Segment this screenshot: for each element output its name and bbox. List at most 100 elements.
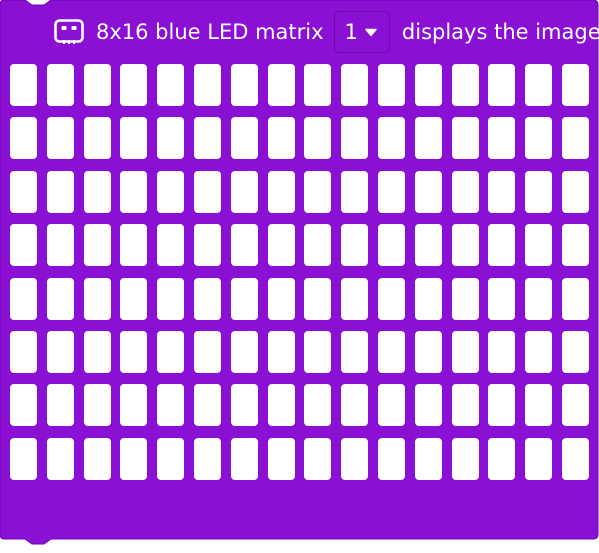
led-cell[interactable] — [157, 170, 185, 213]
led-cell[interactable] — [561, 117, 589, 160]
led-cell[interactable] — [304, 330, 332, 373]
led-cell[interactable] — [83, 170, 111, 213]
led-cell[interactable] — [193, 64, 221, 106]
led-cell[interactable] — [120, 330, 148, 373]
led-cell[interactable] — [83, 437, 111, 480]
led-cell[interactable] — [414, 437, 442, 480]
led-cell[interactable] — [488, 170, 516, 213]
led-cell[interactable] — [193, 384, 221, 427]
led-cell[interactable] — [230, 384, 258, 427]
led-cell[interactable] — [525, 277, 553, 320]
led-cell[interactable] — [83, 224, 111, 267]
led-cell[interactable] — [230, 330, 258, 373]
led-cell[interactable] — [304, 117, 332, 160]
led-cell[interactable] — [46, 277, 74, 320]
led-cell[interactable] — [304, 437, 332, 480]
led-cell[interactable] — [451, 64, 479, 106]
led-cell[interactable] — [414, 224, 442, 267]
led-cell[interactable] — [46, 384, 74, 427]
led-cell[interactable] — [267, 224, 295, 267]
led-cell[interactable] — [561, 170, 589, 213]
led-cell[interactable] — [525, 117, 553, 160]
led-cell[interactable] — [10, 330, 37, 373]
led-cell[interactable] — [230, 117, 258, 160]
led-cell[interactable] — [377, 117, 405, 160]
led-cell[interactable] — [451, 170, 479, 213]
led-cell[interactable] — [10, 64, 37, 106]
led-cell[interactable] — [561, 224, 589, 267]
led-cell[interactable] — [10, 384, 37, 427]
led-cell[interactable] — [230, 170, 258, 213]
led-cell[interactable] — [525, 64, 553, 106]
led-cell[interactable] — [414, 384, 442, 427]
led-cell[interactable] — [451, 117, 479, 160]
led-cell[interactable] — [414, 64, 442, 106]
led-cell[interactable] — [230, 437, 258, 480]
led-cell[interactable] — [525, 170, 553, 213]
led-cell[interactable] — [46, 170, 74, 213]
led-cell[interactable] — [488, 437, 516, 480]
led-cell[interactable] — [304, 224, 332, 267]
led-cell[interactable] — [83, 64, 111, 106]
led-cell[interactable] — [267, 330, 295, 373]
led-cell[interactable] — [488, 384, 516, 427]
led-cell[interactable] — [377, 437, 405, 480]
led-cell[interactable] — [451, 330, 479, 373]
led-cell[interactable] — [83, 384, 111, 427]
led-cell[interactable] — [230, 277, 258, 320]
led-cell[interactable] — [193, 277, 221, 320]
led-cell[interactable] — [377, 224, 405, 267]
led-cell[interactable] — [488, 224, 516, 267]
led-cell[interactable] — [414, 277, 442, 320]
led-cell[interactable] — [157, 277, 185, 320]
led-cell[interactable] — [414, 330, 442, 373]
led-cell[interactable] — [267, 384, 295, 427]
led-cell[interactable] — [157, 437, 185, 480]
led-cell[interactable] — [46, 224, 74, 267]
led-cell[interactable] — [267, 117, 295, 160]
led-cell[interactable] — [10, 224, 37, 267]
led-cell[interactable] — [341, 437, 369, 480]
led-cell[interactable] — [10, 437, 37, 480]
led-cell[interactable] — [414, 117, 442, 160]
port-dropdown[interactable]: 1 — [333, 11, 390, 53]
led-cell[interactable] — [341, 330, 369, 373]
led-cell[interactable] — [10, 170, 37, 213]
led-cell[interactable] — [341, 224, 369, 267]
led-cell[interactable] — [561, 384, 589, 427]
led-cell[interactable] — [10, 277, 37, 320]
led-cell[interactable] — [304, 384, 332, 427]
led-cell[interactable] — [157, 117, 185, 160]
led-cell[interactable] — [377, 170, 405, 213]
led-cell[interactable] — [341, 277, 369, 320]
led-cell[interactable] — [377, 64, 405, 106]
led-cell[interactable] — [193, 170, 221, 213]
led-cell[interactable] — [120, 277, 148, 320]
led-cell[interactable] — [525, 224, 553, 267]
led-cell[interactable] — [304, 170, 332, 213]
led-cell[interactable] — [377, 330, 405, 373]
led-cell[interactable] — [120, 64, 148, 106]
led-cell[interactable] — [230, 224, 258, 267]
led-cell[interactable] — [46, 437, 74, 480]
led-cell[interactable] — [193, 437, 221, 480]
led-cell[interactable] — [304, 64, 332, 106]
led-cell[interactable] — [341, 117, 369, 160]
led-cell[interactable] — [120, 224, 148, 267]
led-cell[interactable] — [120, 170, 148, 213]
led-cell[interactable] — [414, 170, 442, 213]
led-cell[interactable] — [525, 330, 553, 373]
led-cell[interactable] — [157, 224, 185, 267]
led-cell[interactable] — [267, 437, 295, 480]
led-cell[interactable] — [377, 384, 405, 427]
led-cell[interactable] — [488, 64, 516, 106]
led-cell[interactable] — [157, 384, 185, 427]
led-cell[interactable] — [561, 277, 589, 320]
led-cell[interactable] — [267, 64, 295, 106]
led-cell[interactable] — [525, 437, 553, 480]
led-cell[interactable] — [451, 437, 479, 480]
led-cell[interactable] — [120, 437, 148, 480]
led-cell[interactable] — [341, 64, 369, 106]
led-cell[interactable] — [267, 277, 295, 320]
led-cell[interactable] — [488, 117, 516, 160]
